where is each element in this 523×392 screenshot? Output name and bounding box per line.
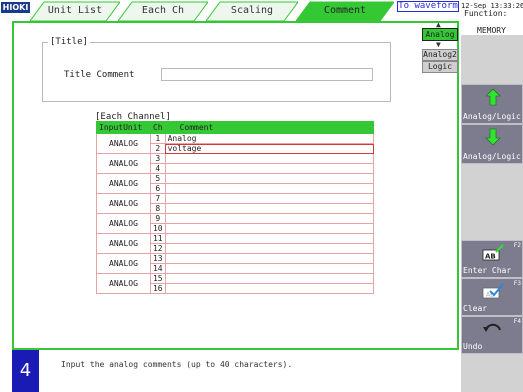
input-unit-cell: ANALOG — [96, 233, 151, 254]
table-row[interactable]: ANALOG 5 — [96, 173, 375, 194]
function-value: MEMORY — [477, 26, 506, 35]
tab-label: Each Ch — [141, 5, 185, 16]
enter-char-button[interactable]: F2 AB Enter Char — [461, 240, 523, 278]
button-label: Analog/Logic — [463, 112, 521, 121]
button-label: Analog/Logic — [463, 152, 521, 161]
svg-text:AB: AB — [485, 253, 496, 261]
undo-icon — [483, 323, 501, 332]
header-ch: Ch — [149, 121, 166, 134]
input-unit-cell: ANALOG — [96, 253, 151, 274]
channel-number-cell: 14 — [149, 263, 166, 274]
channel-number-cell: 12 — [149, 243, 166, 254]
table-row[interactable]: ANALOG 11 — [96, 233, 375, 254]
channel-number-cell: 16 — [149, 283, 166, 294]
channel-comment-cell[interactable] — [164, 243, 375, 254]
arrow-up-icon — [485, 88, 501, 106]
channel-number-cell: 8 — [149, 203, 166, 214]
table-row[interactable]: ANALOG 15 — [96, 273, 375, 294]
analog-logic-down-button[interactable]: Analog/Logic — [461, 124, 523, 164]
button-label: Clear — [463, 304, 488, 313]
brand-logo: HIOKI — [1, 2, 30, 13]
channel-comment-cell[interactable] — [164, 153, 375, 164]
input-unit-cell: ANALOG — [96, 133, 151, 154]
title-comment-input[interactable] — [161, 68, 373, 81]
channel-comment-table: InputUnit Ch Comment ANALOG 1 Analog 2 volta… — [96, 121, 375, 294]
channel-comment-cell[interactable] — [164, 213, 375, 224]
channel-comment-cell[interactable] — [164, 203, 375, 214]
channel-number-cell: 7 — [149, 193, 166, 204]
header-comment: Comment — [164, 121, 375, 134]
channel-number-cell: 9 — [149, 213, 166, 224]
channel-comment-cell[interactable] — [164, 273, 375, 284]
mode-number-badge: 4 — [12, 350, 39, 392]
status-message: Input the analog comments (up to 40 char… — [61, 360, 293, 369]
table-row[interactable]: ANALOG 9 — [96, 213, 375, 234]
f2-key: F2 — [513, 242, 521, 249]
table-body: ANALOG 1 Analog 2 voltage ANALOG 3 4 ANALOG 5 6 ANA… — [96, 133, 375, 294]
channel-comment-cell[interactable]: Analog — [164, 133, 375, 144]
clear-button[interactable]: F3 AB Clear — [461, 278, 523, 316]
channel-comment-cell[interactable] — [164, 223, 375, 234]
undo-button[interactable]: F4 Undo — [461, 316, 523, 354]
header-input-unit: InputUnit — [96, 121, 151, 134]
tab-label: Unit List — [47, 5, 103, 16]
table-row[interactable]: ANALOG 7 — [96, 193, 375, 214]
input-unit-cell: ANALOG — [96, 193, 151, 214]
table-row[interactable]: ANALOG 13 — [96, 253, 375, 274]
channel-number-cell: 10 — [149, 223, 166, 234]
to-waveform-button[interactable]: To waveform — [397, 1, 459, 12]
tab-comment[interactable]: Comment — [296, 1, 394, 21]
enter-char-icon: AB — [482, 244, 504, 261]
title-comment-label: Title Comment — [64, 70, 135, 80]
input-unit-cell: ANALOG — [96, 173, 151, 194]
top-bar: HIOKI Unit List Each Ch Scaling Comment … — [0, 0, 523, 21]
channel-comment-cell[interactable] — [164, 163, 375, 174]
channel-comment-cell[interactable] — [164, 253, 375, 264]
channel-comment-cell[interactable] — [164, 283, 375, 294]
clear-icon: AB — [482, 283, 504, 299]
table-row[interactable]: ANALOG 3 — [96, 153, 375, 174]
table-header-row: InputUnit Ch Comment — [96, 121, 375, 134]
tab-label: Scaling — [230, 5, 274, 16]
input-unit-cell: ANALOG — [96, 213, 151, 234]
status-bar — [0, 350, 461, 392]
channel-number-cell: 4 — [149, 163, 166, 174]
selector-analog2[interactable]: Analog2 — [422, 49, 458, 61]
tab-each-ch[interactable]: Each Ch — [118, 1, 208, 21]
channel-number-cell: 13 — [149, 253, 166, 264]
button-label: Undo — [463, 342, 483, 351]
input-unit-cell: ANALOG — [96, 273, 151, 294]
channel-comment-cell[interactable] — [164, 193, 375, 204]
tab-scaling[interactable]: Scaling — [206, 1, 298, 21]
input-unit-cell: ANALOG — [96, 153, 151, 174]
button-label: Enter Char — [463, 266, 512, 275]
table-row[interactable]: ANALOG 1 Analog — [96, 133, 375, 154]
channel-number-cell: 3 — [149, 153, 166, 164]
channel-comment-cell[interactable]: voltage — [164, 143, 375, 154]
analog-logic-up-button[interactable]: Analog/Logic — [461, 84, 523, 124]
channel-comment-cell[interactable] — [164, 183, 375, 194]
channel-number-cell: 11 — [149, 233, 166, 244]
tab-label: Comment — [323, 5, 367, 16]
channel-number-cell: 6 — [149, 183, 166, 194]
channel-comment-cell[interactable] — [164, 263, 375, 274]
f4-key: F4 — [513, 318, 521, 325]
channel-number-cell: 5 — [149, 173, 166, 184]
arrow-down-icon — [485, 128, 501, 146]
selector-logic[interactable]: Logic — [422, 61, 458, 73]
title-legend: [Title] — [48, 37, 90, 47]
f3-key: F3 — [513, 280, 521, 287]
channel-number-cell: 1 — [149, 133, 166, 144]
channel-comment-cell[interactable] — [164, 173, 375, 184]
selector-down-icon[interactable]: ▼ — [436, 40, 441, 49]
channel-number-cell: 15 — [149, 273, 166, 284]
tab-unit-list[interactable]: Unit List — [30, 1, 120, 21]
channel-comment-cell[interactable] — [164, 233, 375, 244]
channel-number-cell: 2 — [149, 143, 166, 154]
